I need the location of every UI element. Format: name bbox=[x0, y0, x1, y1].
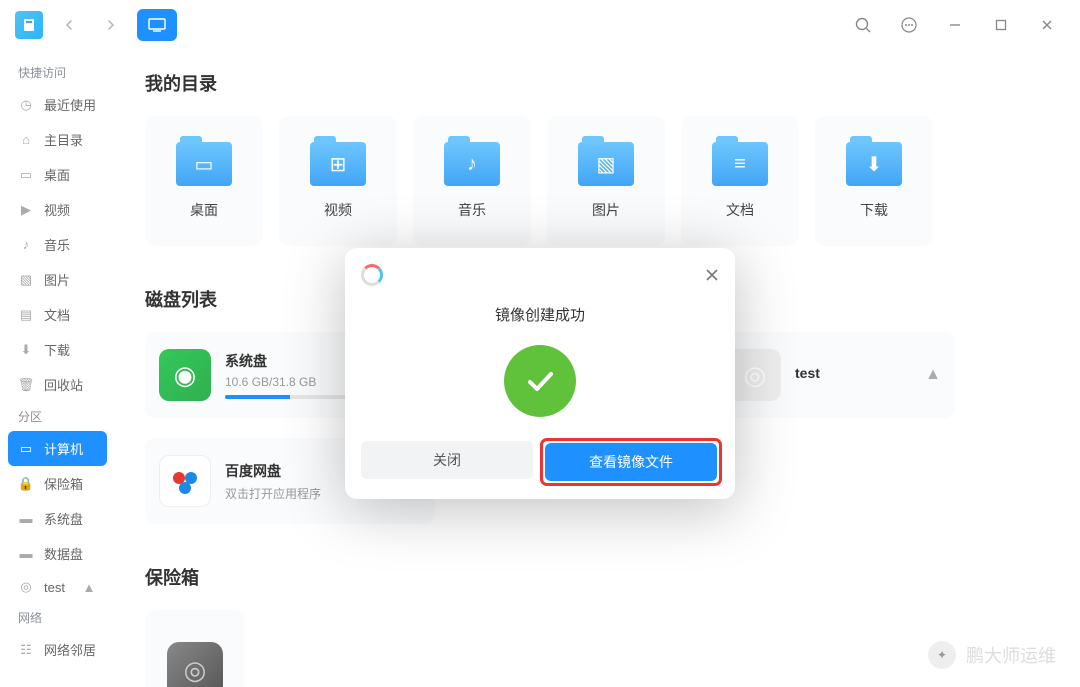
dialog-overlay: 镜像创建成功 关闭 查看镜像文件 bbox=[0, 0, 1080, 687]
dialog-close-action-button[interactable]: 关闭 bbox=[361, 441, 533, 479]
dialog-close-button[interactable] bbox=[705, 268, 719, 282]
dialog: 镜像创建成功 关闭 查看镜像文件 bbox=[345, 248, 735, 499]
highlight-annotation: 查看镜像文件 bbox=[543, 441, 719, 483]
dialog-view-image-button[interactable]: 查看镜像文件 bbox=[545, 443, 717, 481]
dialog-logo-icon bbox=[361, 264, 383, 286]
wechat-icon: ✦ bbox=[928, 641, 956, 669]
success-check-icon bbox=[504, 345, 576, 417]
dialog-title: 镜像创建成功 bbox=[495, 304, 585, 325]
watermark: ✦ 鹏大师运维 bbox=[928, 641, 1056, 669]
